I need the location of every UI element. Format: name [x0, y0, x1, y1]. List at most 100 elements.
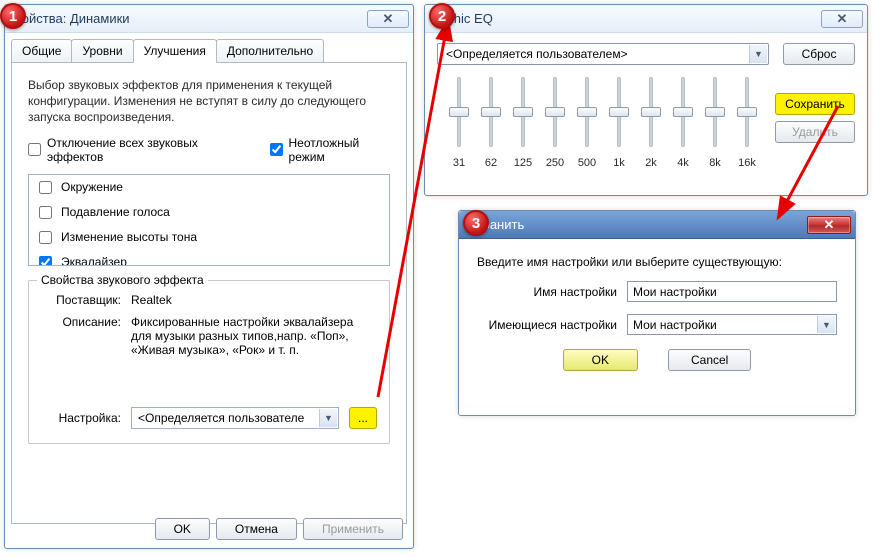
eq-band-slider[interactable]: 1k [603, 77, 635, 169]
titlebar[interactable]: охранить ✕ [459, 211, 855, 239]
graphic-eq-window: raphic EQ ✕ <Определяется пользователем>… [424, 4, 868, 196]
eq-band-slider[interactable]: 62 [475, 77, 507, 169]
list-item: Подавление голоса [29, 200, 389, 225]
cancel-button[interactable]: Отмена [216, 518, 297, 540]
tab-strip: Общие Уровни Улучшения Дополнительно [5, 33, 413, 63]
chevron-down-icon: ▼ [749, 45, 767, 63]
slider-thumb[interactable] [577, 107, 597, 117]
save-button[interactable]: Сохранить [775, 93, 855, 115]
eq-settings-button[interactable]: ... [349, 407, 377, 429]
description-value: Фиксированные настройки эквалайзера для … [131, 315, 377, 357]
slider-track [457, 77, 461, 147]
step-badge-1: 1 [0, 3, 26, 29]
slider-track [649, 77, 653, 147]
reset-button[interactable]: Сброс [783, 43, 855, 65]
eq-band-slider[interactable]: 2k [635, 77, 667, 169]
combo-value: <Определяется пользователем> [446, 47, 628, 61]
window-title: войства: Динамики [15, 11, 367, 26]
effect-properties-group: Свойства звукового эффекта Поставщик: Re… [28, 280, 390, 444]
step-badge-2: 2 [429, 3, 455, 29]
ok-button[interactable]: OK [155, 518, 210, 540]
eq-sliders: 31 62 125 250 5001k 2k 4k 8k 16k [437, 77, 769, 169]
slider-track [585, 77, 589, 147]
eq-band-slider[interactable]: 125 [507, 77, 539, 169]
effect-checkbox[interactable] [39, 231, 52, 244]
vendor-label: Поставщик: [41, 293, 121, 307]
dialog-title: охранить [469, 217, 807, 232]
band-label: 62 [485, 157, 497, 169]
slider-thumb[interactable] [481, 107, 501, 117]
list-item: Эквалайзер [29, 250, 389, 266]
close-button[interactable]: ✕ [821, 10, 863, 28]
vendor-value: Realtek [131, 293, 377, 307]
slider-track [745, 77, 749, 147]
slider-thumb[interactable] [609, 107, 629, 117]
band-label: 2k [645, 157, 657, 169]
dialog-prompt: Введите имя настройки или выберите сущес… [477, 255, 837, 269]
effect-checkbox[interactable] [39, 256, 52, 266]
effects-listbox[interactable]: Окружение Подавление голоса Изменение вы… [28, 174, 390, 266]
list-item: Изменение высоты тона [29, 225, 389, 250]
chevron-down-icon: ▼ [319, 409, 337, 427]
eq-band-slider[interactable]: 16k [731, 77, 763, 169]
eq-preset-combo[interactable]: <Определяется пользователе ▼ [131, 407, 339, 429]
close-button[interactable]: ✕ [807, 216, 851, 234]
speaker-properties-window: войства: Динамики ✕ Общие Уровни Улучшен… [4, 4, 414, 549]
tab-general[interactable]: Общие [11, 39, 72, 63]
close-button[interactable]: ✕ [367, 10, 409, 28]
slider-thumb[interactable] [673, 107, 693, 117]
description-text: Выбор звуковых эффектов для применения к… [28, 77, 390, 126]
slider-track [521, 77, 525, 147]
tab-enhancements[interactable]: Улучшения [133, 39, 217, 63]
titlebar[interactable]: raphic EQ ✕ [425, 5, 867, 33]
disable-all-effects-label: Отключение всех звуковых эффектов [47, 136, 241, 164]
eq-preset-select[interactable]: <Определяется пользователем> ▼ [437, 43, 769, 65]
ok-button[interactable]: OK [563, 349, 638, 371]
effect-label: Эквалайзер [61, 255, 127, 266]
eq-band-slider[interactable]: 250 [539, 77, 571, 169]
slider-track [617, 77, 621, 147]
tab-levels[interactable]: Уровни [71, 39, 133, 63]
tab-panel-enhancements: Выбор звуковых эффектов для применения к… [11, 62, 407, 524]
slider-track [713, 77, 717, 147]
slider-thumb[interactable] [449, 107, 469, 117]
band-label: 250 [546, 157, 564, 169]
eq-band-slider[interactable]: 500 [571, 77, 603, 169]
band-label: 16k [738, 157, 756, 169]
slider-track [681, 77, 685, 147]
cancel-button[interactable]: Cancel [668, 349, 751, 371]
effect-checkbox[interactable] [39, 181, 52, 194]
effect-checkbox[interactable] [39, 206, 52, 219]
disable-all-effects-checkbox[interactable] [28, 143, 41, 156]
band-label: 31 [453, 157, 465, 169]
band-label: 125 [514, 157, 532, 169]
preset-name-label: Имя настройки [477, 285, 617, 299]
existing-presets-combo[interactable]: Мои настройки ▼ [627, 314, 837, 335]
apply-button[interactable]: Применить [303, 518, 403, 540]
tab-advanced[interactable]: Дополнительно [216, 39, 324, 63]
slider-thumb[interactable] [641, 107, 661, 117]
slider-thumb[interactable] [513, 107, 533, 117]
band-label: 8k [709, 157, 721, 169]
immediate-mode-checkbox[interactable] [270, 143, 283, 156]
titlebar[interactable]: войства: Динамики ✕ [5, 5, 413, 33]
description-label: Описание: [41, 315, 121, 357]
effect-label: Подавление голоса [61, 205, 170, 219]
combo-value: Мои настройки [633, 318, 717, 332]
slider-thumb[interactable] [705, 107, 725, 117]
slider-thumb[interactable] [545, 107, 565, 117]
immediate-mode-label: Неотложный режим [289, 136, 390, 164]
eq-band-slider[interactable]: 8k [699, 77, 731, 169]
dialog-buttons: OK Отмена Применить [155, 518, 403, 540]
eq-band-slider[interactable]: 4k [667, 77, 699, 169]
delete-button[interactable]: Удалить [775, 121, 855, 143]
group-legend: Свойства звукового эффекта [37, 273, 208, 287]
slider-thumb[interactable] [737, 107, 757, 117]
effect-label: Изменение высоты тона [61, 230, 197, 244]
existing-presets-label: Имеющиеся настройки [477, 318, 617, 332]
preset-name-input[interactable]: Мои настройки [627, 281, 837, 302]
list-item: Окружение [29, 175, 389, 200]
slider-track [553, 77, 557, 147]
window-title: raphic EQ [435, 11, 821, 26]
eq-band-slider[interactable]: 31 [443, 77, 475, 169]
